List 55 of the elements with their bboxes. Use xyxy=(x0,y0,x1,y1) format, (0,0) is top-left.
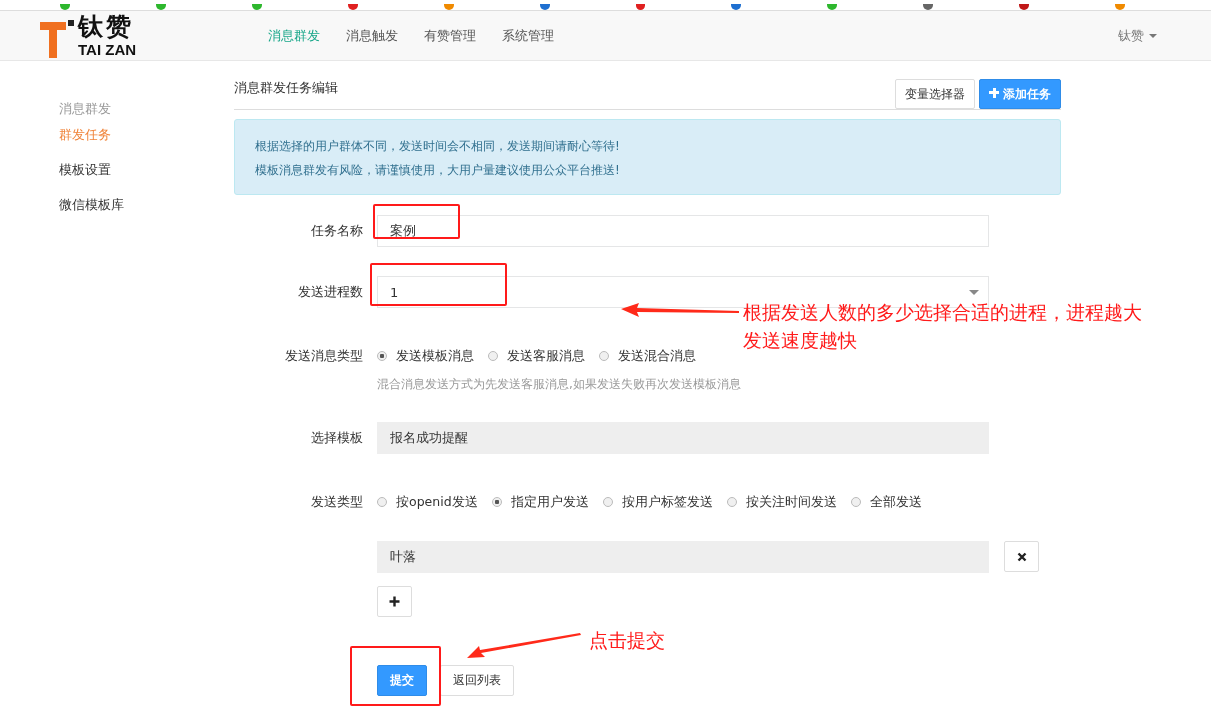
radio-option[interactable]: 发送模板消息 xyxy=(377,346,474,366)
bookmark-icon[interactable] xyxy=(347,4,358,10)
radio-option[interactable]: 发送客服消息 xyxy=(488,346,585,366)
bookmark-icon[interactable] xyxy=(827,4,838,10)
user-field[interactable]: 叶落 xyxy=(377,541,989,573)
field-label: 任务名称 xyxy=(310,222,363,240)
annotation-text: 点击提交 xyxy=(589,628,665,653)
field-label: 发送进程数 xyxy=(297,283,363,301)
bookmark-icon[interactable] xyxy=(155,4,166,10)
input-field[interactable]: 案例 xyxy=(377,215,989,247)
template-field[interactable]: 报名成功提醒 xyxy=(377,422,989,454)
sidebar-heading: 消息群发 xyxy=(59,101,112,117)
radio-button[interactable] xyxy=(726,497,737,507)
bookmark-icon[interactable] xyxy=(251,4,262,10)
bookmark-icon[interactable] xyxy=(1019,4,1030,10)
close-icon xyxy=(1016,551,1027,562)
bookmark-icon[interactable] xyxy=(923,4,934,10)
bookmark-icon[interactable] xyxy=(635,4,646,10)
radio-button[interactable] xyxy=(377,497,387,507)
bookmark-icon[interactable] xyxy=(60,4,70,10)
radio-button[interactable] xyxy=(850,497,861,507)
nav-item[interactable]: 系统管理 xyxy=(502,26,554,45)
bookmark-icon[interactable] xyxy=(731,4,742,10)
plus-icon xyxy=(389,596,400,607)
variable-picker-button[interactable]: 变量选择器 xyxy=(895,79,975,109)
radio-option[interactable]: 按关注时间发送 xyxy=(726,492,837,512)
brand-name: 钛赞 xyxy=(78,14,135,39)
back-button[interactable]: 返回列表 xyxy=(440,665,514,696)
radio-button[interactable] xyxy=(488,351,498,361)
radio-option[interactable]: 全部发送 xyxy=(850,492,922,512)
radio-option[interactable]: 指定用户发送 xyxy=(491,492,589,512)
alert-text: 模板消息群发有风险，请谨慎使用，大用户量建议使用公众平台推送! xyxy=(255,162,621,179)
sidebar-item[interactable]: 模板设置 xyxy=(59,162,234,178)
alert-text: 根据选择的用户群体不同，发送时间会不相同，发送期间请耐心等待! xyxy=(255,138,621,155)
radio-option[interactable]: 按openid发送 xyxy=(377,492,478,512)
radio-button[interactable] xyxy=(377,351,387,361)
add-button[interactable] xyxy=(377,586,412,617)
page-title: 消息群发任务编辑 xyxy=(234,79,338,97)
brand-subtitle: TAI ZAN xyxy=(78,42,137,57)
radio-option[interactable]: 发送混合消息 xyxy=(599,346,696,366)
help-text: 混合消息发送方式为先发送客服消息,如果发送失败再次发送模板消息 xyxy=(377,376,742,393)
radio-button[interactable] xyxy=(599,351,609,361)
radio-option[interactable]: 按用户标签发送 xyxy=(602,492,713,512)
sidebar-item[interactable]: 微信模板库 xyxy=(59,197,234,213)
field-label: 发送消息类型 xyxy=(284,347,363,365)
field-label: 选择模板 xyxy=(310,429,363,447)
nav-item[interactable]: 有赞管理 xyxy=(424,26,476,45)
remove-button[interactable] xyxy=(1004,541,1039,572)
user-menu[interactable]: 钛赞 xyxy=(1118,26,1157,45)
radio-button[interactable] xyxy=(602,497,613,507)
bookmark-icon[interactable] xyxy=(539,4,550,10)
logo-icon xyxy=(40,17,74,58)
field-label: 发送类型 xyxy=(310,493,363,511)
radio-button[interactable] xyxy=(491,497,502,507)
nav-item[interactable]: 消息触发 xyxy=(346,26,398,45)
